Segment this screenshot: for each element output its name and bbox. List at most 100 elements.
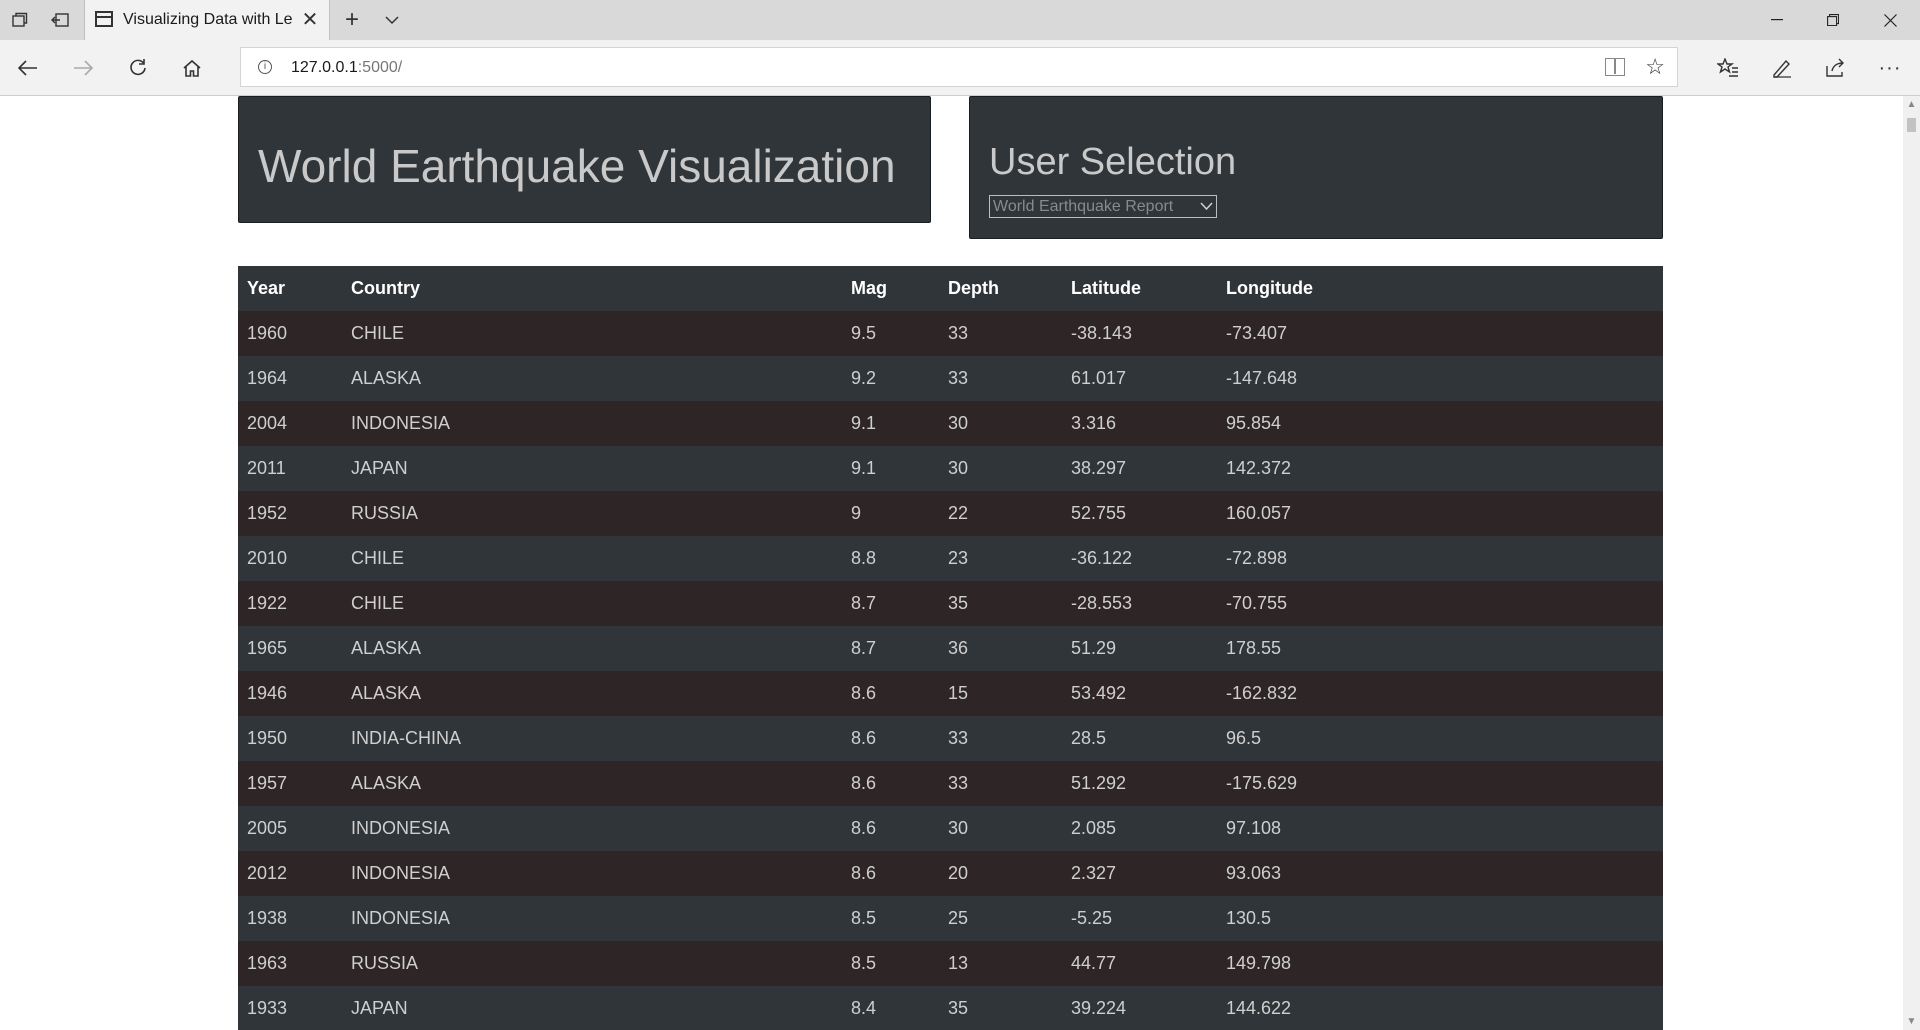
cell-mag: 8.6 bbox=[842, 671, 939, 716]
scroll-down-icon[interactable]: ▼ bbox=[1903, 1013, 1920, 1030]
cell-year: 1965 bbox=[238, 626, 342, 671]
address-bar[interactable]: i 127.0.0.1:5000/ ☆ bbox=[240, 47, 1678, 87]
cell-mag: 8.6 bbox=[842, 806, 939, 851]
cell-longitude: 95.854 bbox=[1217, 401, 1663, 446]
table-body: 1960 CHILE 9.5 33 -38.143 -73.407 1964 ALASKA 9.… bbox=[238, 311, 1663, 1030]
cell-depth: 30 bbox=[939, 806, 1062, 851]
pen-notes-icon[interactable] bbox=[1762, 48, 1802, 88]
page-viewport: World Earthquake Visualization User Sele… bbox=[0, 96, 1903, 1030]
tab-preview-chevron-icon[interactable] bbox=[372, 0, 412, 40]
cell-latitude: -5.25 bbox=[1062, 896, 1217, 941]
cell-latitude: 39.224 bbox=[1062, 986, 1217, 1030]
cell-depth: 15 bbox=[939, 671, 1062, 716]
favorites-hub-icon[interactable] bbox=[1708, 48, 1748, 88]
cell-year: 1952 bbox=[238, 491, 342, 536]
table-row: 1950 INDIA-CHINA 8.6 33 28.5 96.5 bbox=[238, 716, 1663, 761]
cell-depth: 36 bbox=[939, 626, 1062, 671]
cell-country: RUSSIA bbox=[342, 941, 842, 986]
window-close-icon[interactable] bbox=[1860, 0, 1920, 40]
site-info-icon[interactable]: i bbox=[258, 60, 272, 74]
cell-latitude: 2.327 bbox=[1062, 851, 1217, 896]
table-header-row: Year Country Mag Depth Latitude Longitud… bbox=[238, 266, 1663, 311]
cell-depth: 13 bbox=[939, 941, 1062, 986]
cell-mag: 8.5 bbox=[842, 896, 939, 941]
cell-mag: 8.6 bbox=[842, 716, 939, 761]
tab-manager-icon[interactable] bbox=[0, 0, 40, 40]
cell-country: ALASKA bbox=[342, 356, 842, 401]
cell-longitude: 142.372 bbox=[1217, 446, 1663, 491]
user-selection-panel: User Selection World Earthquake Report bbox=[969, 96, 1663, 239]
scrollbar-thumb[interactable] bbox=[1907, 118, 1916, 132]
new-tab-icon[interactable]: + bbox=[332, 0, 372, 40]
cell-depth: 30 bbox=[939, 401, 1062, 446]
table-row: 2012 INDONESIA 8.6 20 2.327 93.063 bbox=[238, 851, 1663, 896]
report-select-value: World Earthquake Report bbox=[993, 198, 1174, 215]
cell-year: 2004 bbox=[238, 401, 342, 446]
cell-country: ALASKA bbox=[342, 671, 842, 716]
cell-longitude: -147.648 bbox=[1217, 356, 1663, 401]
cell-longitude: -70.755 bbox=[1217, 581, 1663, 626]
browser-navbar: i 127.0.0.1:5000/ ☆ ··· bbox=[0, 40, 1920, 96]
browser-titlebar: Visualizing Data with Le ✕ + bbox=[0, 0, 1920, 40]
cell-latitude: 28.5 bbox=[1062, 716, 1217, 761]
cell-longitude: 96.5 bbox=[1217, 716, 1663, 761]
tab-close-icon[interactable]: ✕ bbox=[297, 7, 323, 33]
cell-country: ALASKA bbox=[342, 761, 842, 806]
cell-year: 1960 bbox=[238, 311, 342, 356]
cell-mag: 9.2 bbox=[842, 356, 939, 401]
forward-arrow-icon[interactable] bbox=[63, 48, 103, 88]
refresh-icon[interactable] bbox=[118, 48, 158, 88]
favorite-star-icon[interactable]: ☆ bbox=[1645, 54, 1665, 80]
cell-latitude: -28.553 bbox=[1062, 581, 1217, 626]
cell-longitude: 144.622 bbox=[1217, 986, 1663, 1030]
cell-mag: 9.1 bbox=[842, 446, 939, 491]
cell-year: 1964 bbox=[238, 356, 342, 401]
cell-mag: 9.1 bbox=[842, 401, 939, 446]
header-depth: Depth bbox=[939, 266, 1062, 311]
cell-longitude: 149.798 bbox=[1217, 941, 1663, 986]
table-row: 1965 ALASKA 8.7 36 51.29 178.55 bbox=[238, 626, 1663, 671]
share-icon[interactable] bbox=[1816, 48, 1856, 88]
cell-year: 1957 bbox=[238, 761, 342, 806]
cell-year: 2005 bbox=[238, 806, 342, 851]
home-icon[interactable] bbox=[172, 48, 212, 88]
report-select[interactable]: World Earthquake Report bbox=[989, 195, 1217, 218]
more-options-icon[interactable]: ··· bbox=[1870, 48, 1910, 88]
cell-depth: 30 bbox=[939, 446, 1062, 491]
cell-latitude: 38.297 bbox=[1062, 446, 1217, 491]
restore-icon[interactable] bbox=[1803, 0, 1863, 40]
vertical-scrollbar[interactable]: ▲ ▼ bbox=[1903, 96, 1920, 1030]
cell-depth: 22 bbox=[939, 491, 1062, 536]
cell-year: 1963 bbox=[238, 941, 342, 986]
cell-year: 1933 bbox=[238, 986, 342, 1030]
cell-mag: 8.4 bbox=[842, 986, 939, 1030]
cell-year: 2012 bbox=[238, 851, 342, 896]
cell-depth: 35 bbox=[939, 986, 1062, 1030]
reading-view-icon[interactable] bbox=[1605, 58, 1625, 76]
url-text: 127.0.0.1:5000/ bbox=[291, 59, 402, 77]
cell-latitude: 53.492 bbox=[1062, 671, 1217, 716]
cell-longitude: -162.832 bbox=[1217, 671, 1663, 716]
minimize-icon[interactable] bbox=[1747, 0, 1807, 40]
table-row: 2010 CHILE 8.8 23 -36.122 -72.898 bbox=[238, 536, 1663, 581]
page-icon bbox=[95, 11, 113, 27]
browser-tab[interactable]: Visualizing Data with Le ✕ bbox=[84, 0, 330, 40]
table-row: 1933 JAPAN 8.4 35 39.224 144.622 bbox=[238, 986, 1663, 1030]
cell-mag: 9.5 bbox=[842, 311, 939, 356]
table-row: 1957 ALASKA 8.6 33 51.292 -175.629 bbox=[238, 761, 1663, 806]
table-row: 1960 CHILE 9.5 33 -38.143 -73.407 bbox=[238, 311, 1663, 356]
back-arrow-icon[interactable] bbox=[8, 48, 48, 88]
scroll-up-icon[interactable]: ▲ bbox=[1903, 96, 1920, 113]
cell-country: INDONESIA bbox=[342, 806, 842, 851]
cell-latitude: 3.316 bbox=[1062, 401, 1217, 446]
cell-latitude: 61.017 bbox=[1062, 356, 1217, 401]
chevron-down-icon bbox=[1200, 196, 1213, 217]
cell-mag: 8.6 bbox=[842, 851, 939, 896]
set-tabs-aside-icon[interactable] bbox=[40, 0, 80, 40]
cell-year: 1950 bbox=[238, 716, 342, 761]
cell-country: INDONESIA bbox=[342, 851, 842, 896]
url-host: 127.0.0.1 bbox=[291, 59, 358, 76]
cell-latitude: 44.77 bbox=[1062, 941, 1217, 986]
cell-depth: 25 bbox=[939, 896, 1062, 941]
table-row: 1963 RUSSIA 8.5 13 44.77 149.798 bbox=[238, 941, 1663, 986]
